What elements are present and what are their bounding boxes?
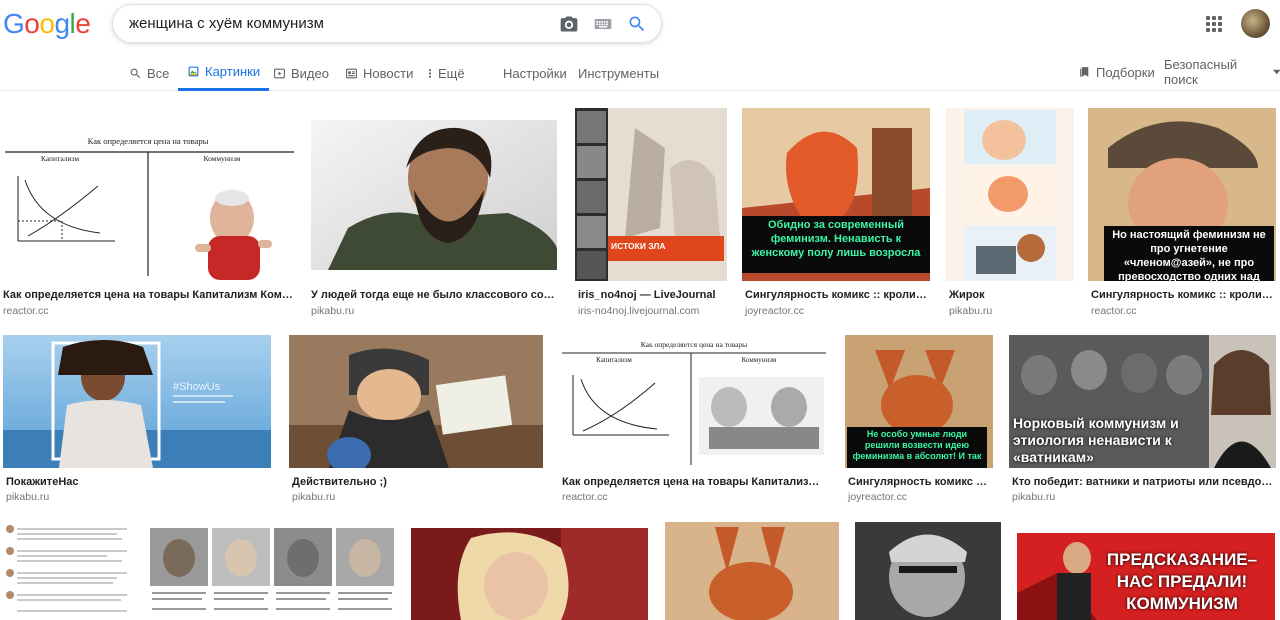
result-tile[interactable] (411, 528, 648, 620)
result-thumbnail[interactable]: Обидно за современный феминизм. Ненавист… (742, 108, 930, 281)
result-thumbnail[interactable]: Не особо умные люди решили возвести идею… (845, 335, 993, 468)
result-thumbnail[interactable]: ИСТОКИ ЗЛА (575, 108, 727, 281)
result-title[interactable]: Сингулярность комикс :: кролик ::... (745, 289, 927, 301)
result-tile[interactable]: Как определяется цена на товары Капитали… (0, 108, 296, 323)
result-source[interactable]: pikabu.ru (1012, 491, 1055, 503)
result-tile[interactable]: Не особо умные люди решили возвести идею… (845, 335, 993, 510)
result-tile[interactable]: Действительно ;) pikabu.ru (289, 335, 543, 510)
result-tile[interactable]: Норковый коммунизм и этиология ненависти… (1009, 335, 1276, 510)
result-title[interactable]: Жирок (949, 289, 1073, 301)
result-tile[interactable]: У людей тогда еще не было классового соз… (308, 108, 560, 323)
result-title[interactable]: Действительно ;) (292, 476, 540, 488)
image-results-grid: Как определяется цена на товары Капитали… (0, 0, 1280, 620)
result-source[interactable]: reactor.cc (1091, 305, 1137, 317)
result-tile[interactable]: Жирок pikabu.ru (946, 108, 1074, 323)
result-source[interactable]: joyreactor.cc (745, 305, 804, 317)
result-source[interactable]: pikabu.ru (292, 491, 335, 503)
thumbnail-caption: Но настоящий феминизм не про угнетение «… (1104, 226, 1274, 281)
thumbnail-caption: Обидно за современный феминизм. Ненавист… (742, 216, 930, 273)
result-source[interactable]: joyreactor.cc (848, 491, 907, 503)
result-thumbnail[interactable]: ПРЕДСКАЗАНИЕ– НАС ПРЕДАЛИ! КОММУНИЗМ (1017, 533, 1275, 620)
result-tile[interactable]: Обидно за современный феминизм. Ненавист… (742, 108, 930, 323)
result-thumbnail[interactable]: Как определяется цена на товары Капитали… (0, 108, 296, 281)
result-thumbnail[interactable] (665, 522, 839, 620)
result-thumbnail[interactable] (308, 108, 560, 281)
thumbnail-caption: Норковый коммунизм и этиология ненависти… (1013, 415, 1179, 465)
result-thumbnail[interactable]: Но настоящий феминизм не про угнетение «… (1088, 108, 1276, 281)
result-title[interactable]: Сингулярность комикс :: кролик :: ... (1091, 289, 1275, 301)
result-thumbnail[interactable] (150, 528, 395, 620)
result-title[interactable]: У людей тогда еще не было классового соз… (311, 289, 557, 301)
result-thumbnail[interactable] (411, 528, 648, 620)
right-label: Коммунизм (742, 356, 777, 364)
result-thumbnail[interactable] (289, 335, 543, 468)
result-thumbnail[interactable]: #ShowUs (3, 335, 271, 468)
result-source[interactable]: iris-no4noj.livejournal.com (578, 305, 699, 317)
right-label: Коммунизм (203, 154, 240, 163)
result-title[interactable]: Как определяется цена на товары Капитали… (3, 289, 293, 301)
thumbnail-caption: Не особо умные люди решили возвести идею… (847, 427, 987, 468)
result-thumbnail[interactable]: Как определяется цена на товары Капитали… (559, 335, 829, 468)
result-tile[interactable]: ПРЕДСКАЗАНИЕ– НАС ПРЕДАЛИ! КОММУНИЗМ (1017, 533, 1275, 620)
result-tile[interactable] (855, 522, 1001, 620)
result-title[interactable]: Сингулярность комикс :: к... (848, 476, 990, 488)
result-tile[interactable] (150, 528, 395, 620)
result-title[interactable]: iris_no4noj — LiveJournal (578, 289, 726, 301)
result-source[interactable]: reactor.cc (562, 491, 608, 503)
result-thumbnail[interactable] (3, 520, 133, 620)
result-tile[interactable]: Как определяется цена на товары Капитали… (559, 335, 829, 510)
thumbnail-caption: #ShowUs (173, 381, 221, 393)
left-label: Капитализм (41, 154, 80, 163)
result-title[interactable]: ПокажитеНас (6, 476, 268, 488)
result-tile[interactable] (665, 522, 839, 620)
result-tile[interactable]: #ShowUs ПокажитеНас pikabu.ru (3, 335, 271, 510)
result-tile[interactable]: ИСТОКИ ЗЛА iris_no4noj — LiveJournal iri… (575, 108, 727, 323)
result-thumbnail[interactable]: Норковый коммунизм и этиология ненависти… (1009, 335, 1276, 468)
result-thumbnail[interactable] (946, 108, 1074, 281)
chart-heading: Как определяется цена на товары (641, 340, 747, 349)
result-source[interactable]: pikabu.ru (6, 491, 49, 503)
result-source[interactable]: pikabu.ru (949, 305, 992, 317)
result-title[interactable]: Как определяется цена на товары Капитали… (562, 476, 826, 488)
chart-heading: Как определяется цена на товары (88, 136, 209, 146)
result-tile[interactable] (3, 520, 133, 620)
thumbnail-caption: ПРЕДСКАЗАНИЕ– НАС ПРЕДАЛИ! КОММУНИЗМ (1106, 550, 1258, 613)
result-thumbnail[interactable] (855, 522, 1001, 620)
left-label: Капитализм (596, 356, 632, 364)
result-tile[interactable]: Но настоящий феминизм не про угнетение «… (1088, 108, 1276, 323)
result-source[interactable]: pikabu.ru (311, 305, 354, 317)
result-source[interactable]: reactor.cc (3, 305, 49, 317)
thumbnail-caption: ИСТОКИ ЗЛА (611, 241, 666, 251)
result-title[interactable]: Кто победит: ватники и патриоты или псев… (1012, 476, 1274, 488)
